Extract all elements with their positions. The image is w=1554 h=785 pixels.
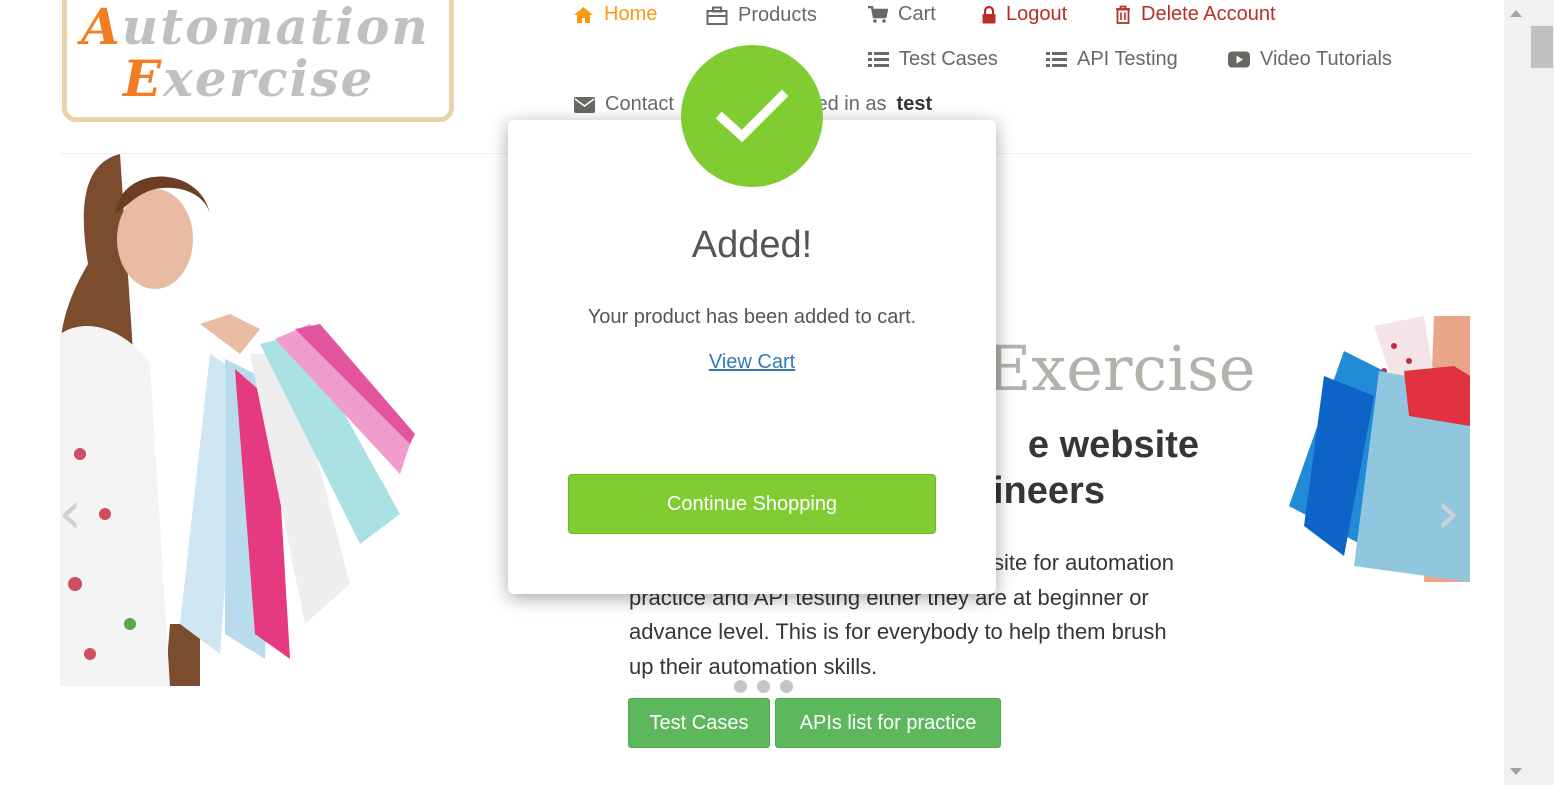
modal-view-cart: View Cart [508, 351, 996, 374]
scrollbar-thumb[interactable] [1531, 26, 1553, 68]
view-cart-link[interactable]: View Cart [709, 351, 795, 373]
page-scrollbar[interactable] [1504, 0, 1554, 785]
scroll-down-arrow-icon[interactable] [1510, 768, 1522, 775]
scroll-up-arrow-icon[interactable] [1510, 10, 1522, 17]
success-check-icon [681, 45, 823, 187]
modal-title: Added! [691, 224, 813, 266]
page: Automation Exercise Home Products Cart L… [0, 0, 1504, 785]
continue-shopping-button[interactable]: Continue Shopping [568, 474, 936, 534]
cart-modal: Added! Your product has been added to ca… [508, 120, 996, 594]
modal-message: Your product has been added to cart. [587, 306, 917, 328]
